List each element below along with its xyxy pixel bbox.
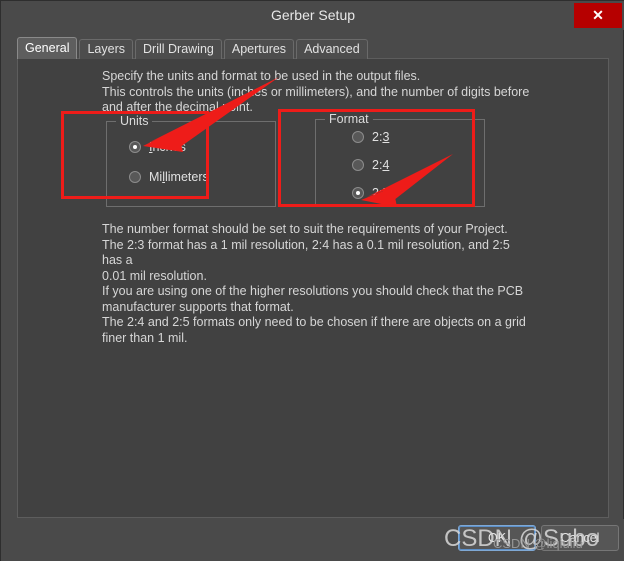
description-top: Specify the units and format to be used …: [102, 69, 530, 114]
close-icon[interactable]: ✕: [574, 3, 622, 28]
radio-icon-2-3: [352, 131, 364, 143]
radio-icon-2-4: [352, 159, 364, 171]
title-bar: Gerber Setup ✕: [1, 1, 624, 30]
radio-label-2-5: 2:5: [372, 186, 390, 200]
radio-label-millimeters: Millimeters: [149, 170, 209, 184]
radio-icon-inches: [129, 141, 141, 153]
tab-strip: General Layers Drill Drawing Apertures A…: [17, 37, 370, 59]
format-group-box: Format 2:3 2:4 2:5: [315, 112, 485, 207]
radio-label-inches: Inches: [149, 140, 186, 154]
radio-icon-2-5: [352, 187, 364, 199]
tab-general[interactable]: General: [17, 37, 78, 59]
tab-advanced[interactable]: Advanced: [296, 39, 368, 59]
tab-layers[interactable]: Layers: [79, 39, 134, 59]
radio-label-2-4: 2:4: [372, 158, 390, 172]
radio-format-2-4[interactable]: 2:4: [352, 158, 389, 172]
description-bottom: The number format should be set to suit …: [102, 222, 526, 345]
dialog-button-bar: OK Cancel: [1, 519, 624, 561]
tab-apertures[interactable]: Apertures: [223, 39, 295, 59]
radio-label-2-3: 2:3: [372, 130, 390, 144]
radio-format-2-5[interactable]: 2:5: [352, 186, 389, 200]
gerber-setup-dialog: Gerber Setup ✕ General Layers Drill Draw…: [0, 0, 624, 561]
radio-inches[interactable]: Inches: [129, 140, 186, 154]
general-tab-panel: Specify the units and format to be used …: [17, 58, 609, 518]
radio-format-2-3[interactable]: 2:3: [352, 130, 389, 144]
radio-icon-millimeters: [129, 171, 141, 183]
cancel-button[interactable]: Cancel: [541, 525, 619, 551]
ok-button[interactable]: OK: [458, 525, 536, 551]
radio-millimeters[interactable]: Millimeters: [129, 170, 209, 184]
window-title: Gerber Setup: [270, 7, 356, 23]
units-group-box: Units Inches Millimeters: [106, 114, 276, 207]
format-group-title: Format: [325, 112, 373, 126]
units-group-title: Units: [116, 114, 153, 128]
tab-drill-drawing[interactable]: Drill Drawing: [135, 39, 222, 59]
